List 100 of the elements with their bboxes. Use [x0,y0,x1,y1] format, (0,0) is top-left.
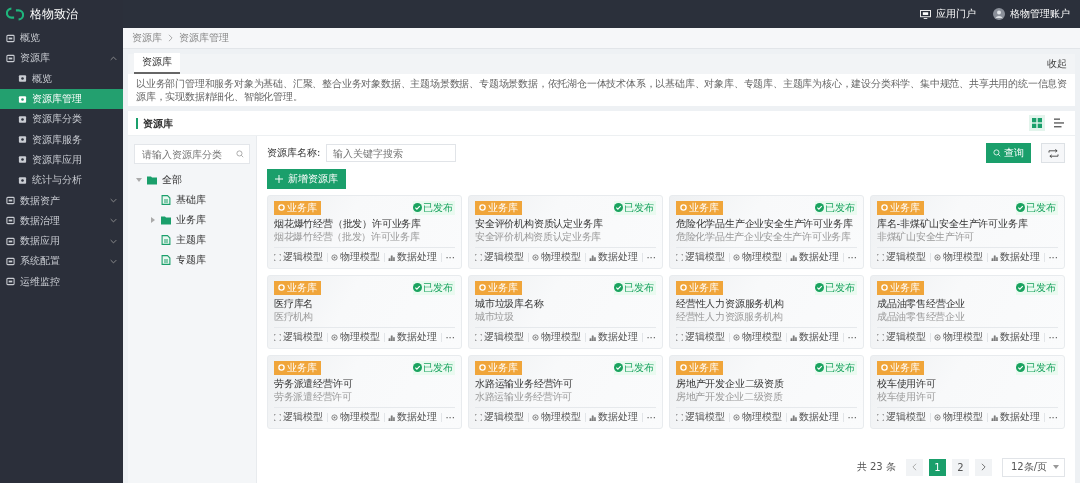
action-link[interactable]: 逻辑模型 [274,250,323,264]
breadcrumb-link[interactable]: 资源库管理 [179,31,229,45]
more-link[interactable]: ··· [445,331,455,343]
account-name[interactable]: 格物管理账户 [1010,7,1070,21]
action-link[interactable]: 逻辑模型 [877,250,926,264]
more-link[interactable]: ··· [1048,251,1058,263]
resource-card[interactable]: 业务库 已发布 校车使用许可 校车使用许可 逻辑模型 物理模型 数据处理 ··· [870,355,1065,429]
more-link[interactable]: ··· [847,411,857,423]
sidebar-subitem[interactable]: 资源库服务 [0,129,123,150]
action-link[interactable]: 物理模型 [934,250,984,264]
resource-card[interactable]: 业务库 已发布 医疗库名 医疗机构 逻辑模型 物理模型 数据处理 ··· [267,275,462,349]
sidebar-subitem[interactable]: 概览 [0,68,123,89]
sidebar-item[interactable]: 概览 [0,28,123,49]
action-link[interactable]: 逻辑模型 [676,410,725,424]
chevron-icon [110,218,117,224]
resource-card[interactable]: 业务库 已发布 城市垃圾库名称 城市垃圾 逻辑模型 物理模型 数据处理 ··· [468,275,663,349]
action-link[interactable]: 逻辑模型 [274,330,323,344]
action-link[interactable]: 数据处理 [589,330,639,344]
action-link[interactable]: 物理模型 [934,330,984,344]
action-link[interactable]: 物理模型 [331,250,381,264]
search-field[interactable]: 请输入资源库分类 [134,144,250,164]
tree-item[interactable]: 专题库 [134,250,250,270]
action-link[interactable]: 物理模型 [733,330,783,344]
circle-icon [532,253,540,261]
circle-icon [532,333,540,341]
breadcrumb-link[interactable]: 资源库 [132,31,162,45]
action-link[interactable]: 数据处理 [589,410,639,424]
action-link[interactable]: 数据处理 [991,410,1041,424]
action-link[interactable]: 物理模型 [532,410,582,424]
more-link[interactable]: ··· [445,411,455,423]
action-link[interactable]: 数据处理 [589,250,639,264]
sidebar-subitem[interactable]: 统计与分析 [0,170,123,191]
bar-chart-icon [589,333,597,341]
action-link[interactable]: 数据处理 [790,250,840,264]
action-link[interactable]: 物理模型 [733,410,783,424]
action-link[interactable]: 数据处理 [991,250,1041,264]
more-link[interactable]: ··· [445,251,455,263]
action-link[interactable]: 物理模型 [331,330,381,344]
resource-card[interactable]: 业务库 已发布 劳务派遣经营许可 劳务派遣经营许可 逻辑模型 物理模型 数据处理 ··· [267,355,462,429]
resource-card[interactable]: 业务库 已发布 水路运输业务经营许可 水路运输业务经营许可 逻辑模型 物理模型 数据处理 ··· [468,355,663,429]
portal-link[interactable]: 应用门户 [936,7,976,21]
resource-card[interactable]: 业务库 已发布 烟花爆竹经营（批发）许可业务库 烟花爆竹经营（批发）许可业务库 逻辑模型 物理模型 数据处理 ··· [267,195,462,269]
sidebar-item[interactable]: 资源库 [0,48,123,69]
sidebar-subitem[interactable]: 资源库分类 [0,109,123,130]
action-link[interactable]: 数据处理 [991,330,1041,344]
more-link[interactable]: ··· [646,251,656,263]
action-link[interactable]: 数据处理 [790,410,840,424]
more-link[interactable]: ··· [847,251,857,263]
resource-card[interactable]: 业务库 已发布 库名-非煤矿山安全生产许可业务库 非煤矿山安全生产许可 逻辑模型 物理模型 数据处理 ··· [870,195,1065,269]
action-link[interactable]: 物理模型 [532,250,582,264]
more-link[interactable]: ··· [847,331,857,343]
action-link[interactable]: 逻辑模型 [475,330,524,344]
status-badge: 已发布 [413,360,455,375]
resource-card[interactable]: 业务库 已发布 房地产开发企业二级资质 房地产开发企业二级资质 逻辑模型 物理模型 数据处理 ··· [669,355,864,429]
sidebar-item[interactable]: 数据治理 [0,210,123,231]
sidebar-item[interactable]: 数据资产 [0,190,123,211]
action-link[interactable]: 数据处理 [790,330,840,344]
action-link[interactable]: 逻辑模型 [676,250,725,264]
more-link[interactable]: ··· [1048,411,1058,423]
tree-item[interactable]: 业务库 [134,210,250,230]
action-link[interactable]: 逻辑模型 [274,410,323,424]
action-link[interactable]: 物理模型 [733,250,783,264]
tree-item[interactable]: 全部 [134,170,250,190]
sidebar-item[interactable]: 运维监控 [0,271,123,292]
tree-item[interactable]: 基础库 [134,190,250,210]
action-link[interactable]: 逻辑模型 [676,330,725,344]
action-link[interactable]: 逻辑模型 [877,330,926,344]
chevron-icon [110,55,117,61]
resource-card[interactable]: 业务库 已发布 安全评价机构资质认定业务库 安全评价机构资质认定业务库 逻辑模型 物理模型 数据处理 ··· [468,195,663,269]
action-link[interactable]: 逻辑模型 [475,410,524,424]
resource-card[interactable]: 业务库 已发布 危险化学品生产企业安全生产许可业务库 危险化学品生产企业安全生产许可业务库 逻辑模型 物理模型 数据处理 ··· [669,195,864,269]
page-size-select[interactable]: 12条/页 [1001,457,1065,477]
action-link[interactable]: 逻辑模型 [877,410,926,424]
page-button[interactable]: 2 [951,458,969,476]
field-label: 资源库名称: [267,146,321,160]
category-tag: 业务库 [274,200,321,215]
resource-card[interactable]: 业务库 已发布 成品油零售经营企业 成品油零售经营企业 逻辑模型 物理模型 数据处理 ··· [870,275,1065,349]
tree-item[interactable]: 主题库 [134,230,250,250]
more-link[interactable]: ··· [646,331,656,343]
sidebar-item[interactable]: 数据应用 [0,230,123,252]
sidebar-item[interactable]: 系统配置 [0,251,123,272]
tab[interactable]: 资源库 [134,53,180,74]
more-link[interactable]: ··· [1048,331,1058,343]
category-tag: 业务库 [676,360,723,375]
action-link[interactable]: 物理模型 [532,330,582,344]
keyword-field[interactable]: 输入关键字搜索 [326,144,457,162]
grid-view-button[interactable] [1029,115,1045,131]
sidebar-subitem[interactable]: 资源库应用 [0,149,123,171]
resource-card[interactable]: 业务库 已发布 经营性人力资源服务机构 经营性人力资源服务机构 逻辑模型 物理模型 数据处理 ··· [669,275,864,349]
action-link[interactable]: 数据处理 [388,410,438,424]
collapse-link[interactable]: 收起 [1047,57,1075,71]
action-link[interactable]: 数据处理 [388,250,438,264]
reset-button[interactable] [1041,143,1065,163]
action-link[interactable]: 数据处理 [388,330,438,344]
card-subtitle: 劳务派遣经营许可 [274,391,353,403]
action-link[interactable]: 物理模型 [934,410,984,424]
circle-icon [278,284,285,291]
action-link[interactable]: 逻辑模型 [475,250,524,264]
action-link[interactable]: 物理模型 [331,410,381,424]
more-link[interactable]: ··· [646,411,656,423]
